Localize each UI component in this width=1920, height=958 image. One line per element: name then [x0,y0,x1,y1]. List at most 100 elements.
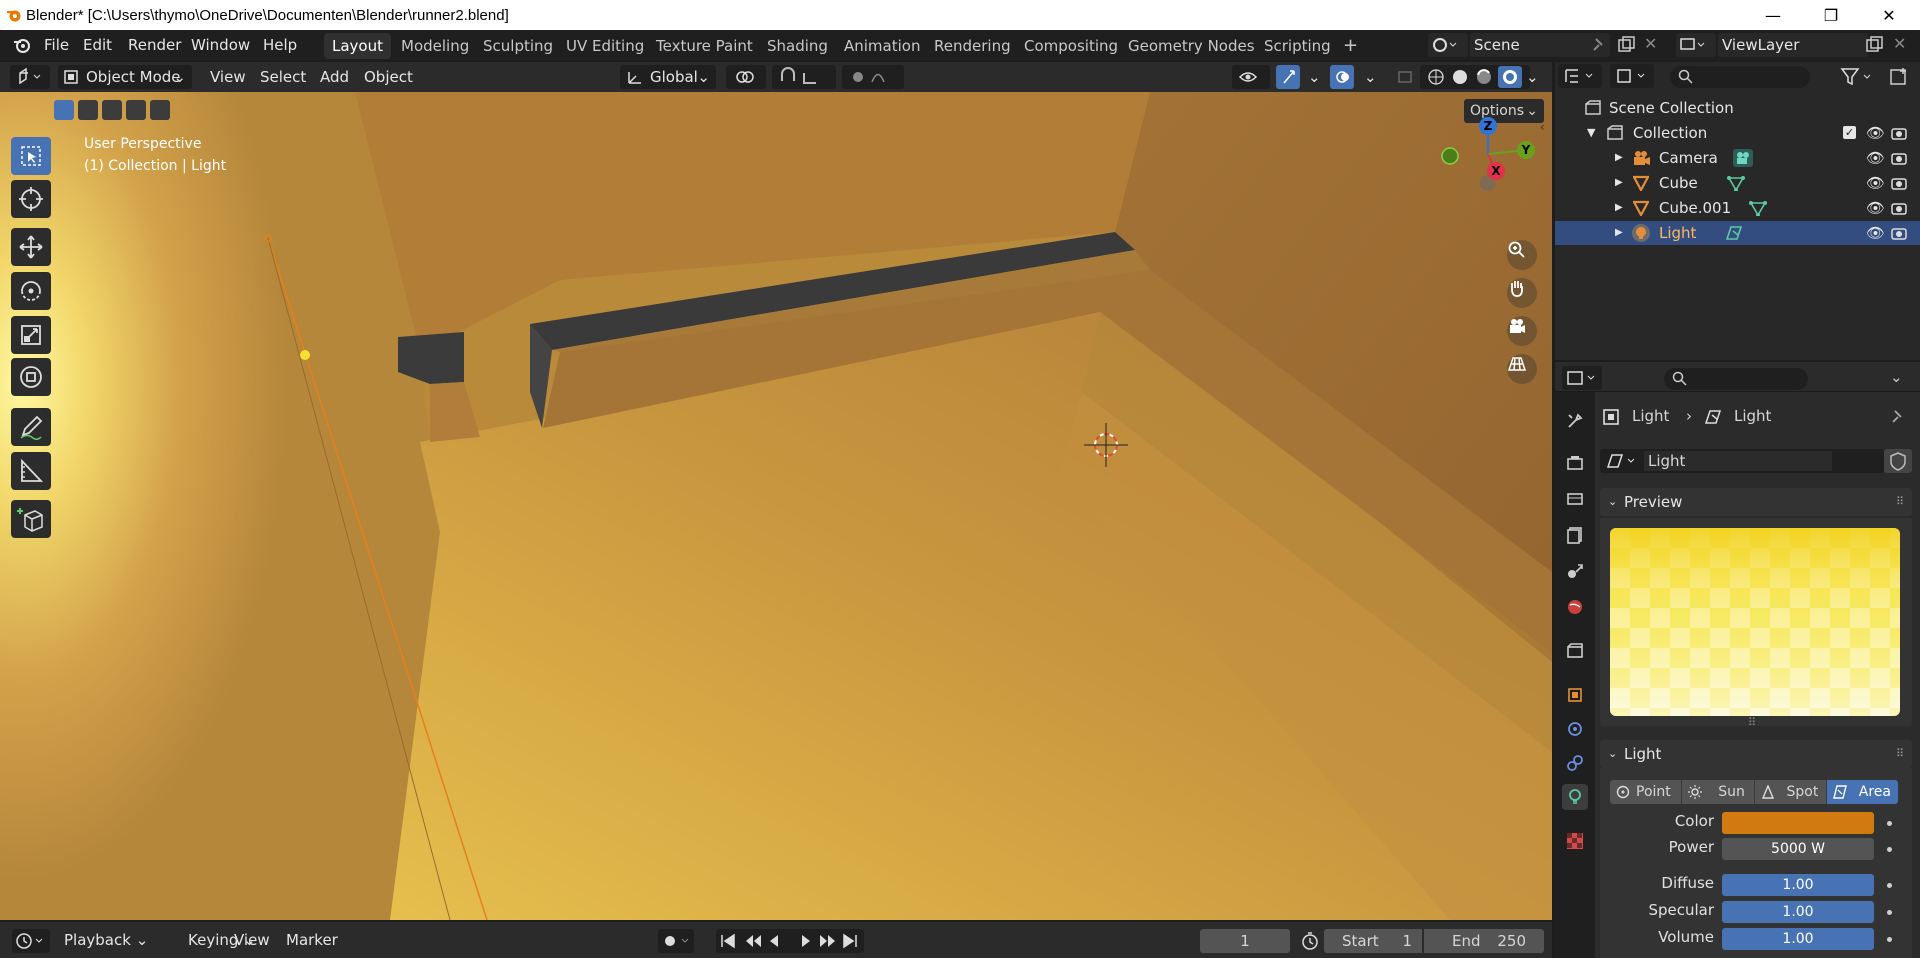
outliner-row-collection[interactable]: ▼ Collection ✓ 👁 [1555,121,1920,145]
tab-animation[interactable]: Animation [836,33,928,59]
eye-icon[interactable]: 👁 [1866,171,1885,195]
delete-scene-icon[interactable]: ✕ [1644,34,1657,53]
select-extend-icon[interactable] [78,100,98,120]
pin-icon[interactable] [1590,36,1608,54]
blender-menu-icon[interactable] [12,36,32,54]
tab-shading[interactable]: Shading [759,33,836,59]
menu-help[interactable]: Help [263,36,297,54]
view-layer-tab[interactable] [1562,522,1588,548]
add-cube-tool[interactable] [11,500,51,538]
tab-sculpting[interactable]: Sculpting [475,33,561,59]
cursor-tool[interactable] [11,180,51,218]
physics-tab[interactable] [1562,716,1588,742]
select-invert-icon[interactable] [126,100,146,120]
expand-arrow-icon[interactable]: ▶ [1615,146,1623,170]
scene-name-field[interactable]: Scene [1470,33,1610,57]
pin-icon[interactable] [1890,409,1906,425]
add-workspace-button[interactable]: + [1335,33,1366,59]
tab-modeling[interactable]: Modeling [393,33,477,59]
fake-user-button[interactable] [1884,449,1912,473]
menu-object[interactable]: Object [358,65,419,89]
color-swatch[interactable] [1722,812,1874,834]
maximize-button[interactable]: ❐ [1802,0,1860,30]
tab-uv-editing[interactable]: UV Editing [558,33,652,59]
drag-handle-icon[interactable]: ⠿ [1896,488,1904,516]
annotate-tool[interactable] [11,408,51,446]
menu-edit[interactable]: Edit [83,36,112,54]
new-scene-icon[interactable] [1616,35,1636,55]
select-new-icon[interactable] [54,100,74,120]
expand-arrow-icon[interactable]: ▶ [1615,221,1623,245]
keyframe-dot-icon[interactable] [1887,821,1892,826]
3d-viewport[interactable]: Options ⌄ User Perspective (1) Collection… [0,92,1552,920]
eye-icon[interactable]: 👁 [1866,121,1885,145]
light-type-area[interactable]: Area [1826,780,1898,804]
exclude-checkbox[interactable]: ✓ [1843,126,1856,139]
power-field[interactable]: 5000 W [1722,838,1874,860]
volume-slider[interactable]: 1.00 [1722,928,1874,950]
light-type-point[interactable]: Point [1610,780,1683,804]
light-type-spot[interactable]: Spot [1755,780,1827,804]
menu-playback[interactable]: Playback ⌄ [58,928,154,952]
preview-panel-header[interactable]: ⌄ Preview ⠿ [1600,488,1912,516]
menu-file[interactable]: File [44,36,69,54]
specular-slider[interactable]: 1.00 [1722,901,1874,923]
tool-tab[interactable] [1562,408,1588,434]
light-datablock-name[interactable]: Light [1644,451,1832,471]
viewport-scene-render[interactable] [0,92,1552,920]
viewlayer-selector-button[interactable] [1676,33,1716,57]
proportional-editing-button[interactable] [842,65,904,89]
menu-window[interactable]: Window [191,36,250,54]
camera-view-button[interactable] [1507,316,1537,346]
tab-rendering[interactable]: Rendering [926,33,1019,59]
rotate-tool[interactable] [11,272,51,310]
world-tab[interactable] [1562,594,1588,620]
visibility-button[interactable] [1232,65,1270,89]
outliner-row-scene-collection[interactable]: Scene Collection [1555,96,1920,120]
keyframe-dot-icon[interactable] [1887,937,1892,942]
render-camera-icon[interactable] [1891,125,1907,141]
outliner-search-input[interactable] [1670,66,1810,88]
keyframe-dot-icon[interactable] [1887,847,1892,852]
tab-compositing[interactable]: Compositing [1016,33,1126,59]
render-camera-icon[interactable] [1891,175,1907,191]
light-type-sun[interactable]: Sun [1682,780,1755,804]
display-mode-button[interactable] [1610,64,1654,88]
render-camera-icon[interactable] [1891,150,1907,166]
sidebar-toggle-icon[interactable]: ‹ [1540,120,1545,134]
current-frame-field[interactable]: 1 [1200,929,1290,953]
render-camera-icon[interactable] [1891,225,1907,241]
outliner-row-light[interactable]: ▶ Light 👁 [1555,221,1920,245]
auto-keying-button[interactable] [658,929,694,953]
minimize-button[interactable]: — [1744,0,1802,30]
outliner-row-cube-001[interactable]: ▶ Cube.001 👁 [1555,196,1920,220]
keyframe-dot-icon[interactable] [1887,883,1892,888]
select-box-mode-buttons[interactable] [54,100,178,120]
editor-type-button[interactable] [10,65,50,89]
chevron-down-icon[interactable]: ⌄ [1520,65,1545,89]
outliner-row-camera[interactable]: ▶ Camera 👁 [1555,146,1920,170]
transform-tool[interactable] [11,358,51,396]
light-panel-header[interactable]: ⌄ Light ⠿ [1600,740,1912,768]
viewlayer-name-field[interactable]: ViewLayer [1718,33,1868,57]
properties-search-input[interactable] [1664,368,1808,390]
render-tab[interactable] [1562,450,1588,476]
select-intersect-icon[interactable] [150,100,170,120]
properties-editor-type-button[interactable] [1562,366,1602,390]
expand-arrow-icon[interactable]: ▶ [1615,171,1623,195]
light-type-selector[interactable]: Point Sun Spot Area [1610,780,1898,804]
tab-texture-paint[interactable]: Texture Paint [648,33,761,59]
menu-timeline-view[interactable]: View [228,928,276,952]
chevron-down-icon[interactable]: ⌄ [1890,368,1903,386]
zoom-button[interactable] [1507,240,1537,270]
diffuse-slider[interactable]: 1.00 [1722,874,1874,896]
light-data-tab[interactable] [1562,784,1588,810]
object-tab[interactable] [1562,682,1588,708]
menu-render[interactable]: Render [128,36,181,54]
new-viewlayer-icon[interactable] [1864,35,1884,55]
gizmo-toggle-button[interactable] [1276,65,1300,89]
light-datablock-selector[interactable]: Light [1600,449,1884,473]
perspective-toggle-button[interactable] [1507,354,1537,384]
drag-handle-icon[interactable]: ⠿ [1896,740,1904,768]
playback-controls[interactable] [716,929,864,953]
